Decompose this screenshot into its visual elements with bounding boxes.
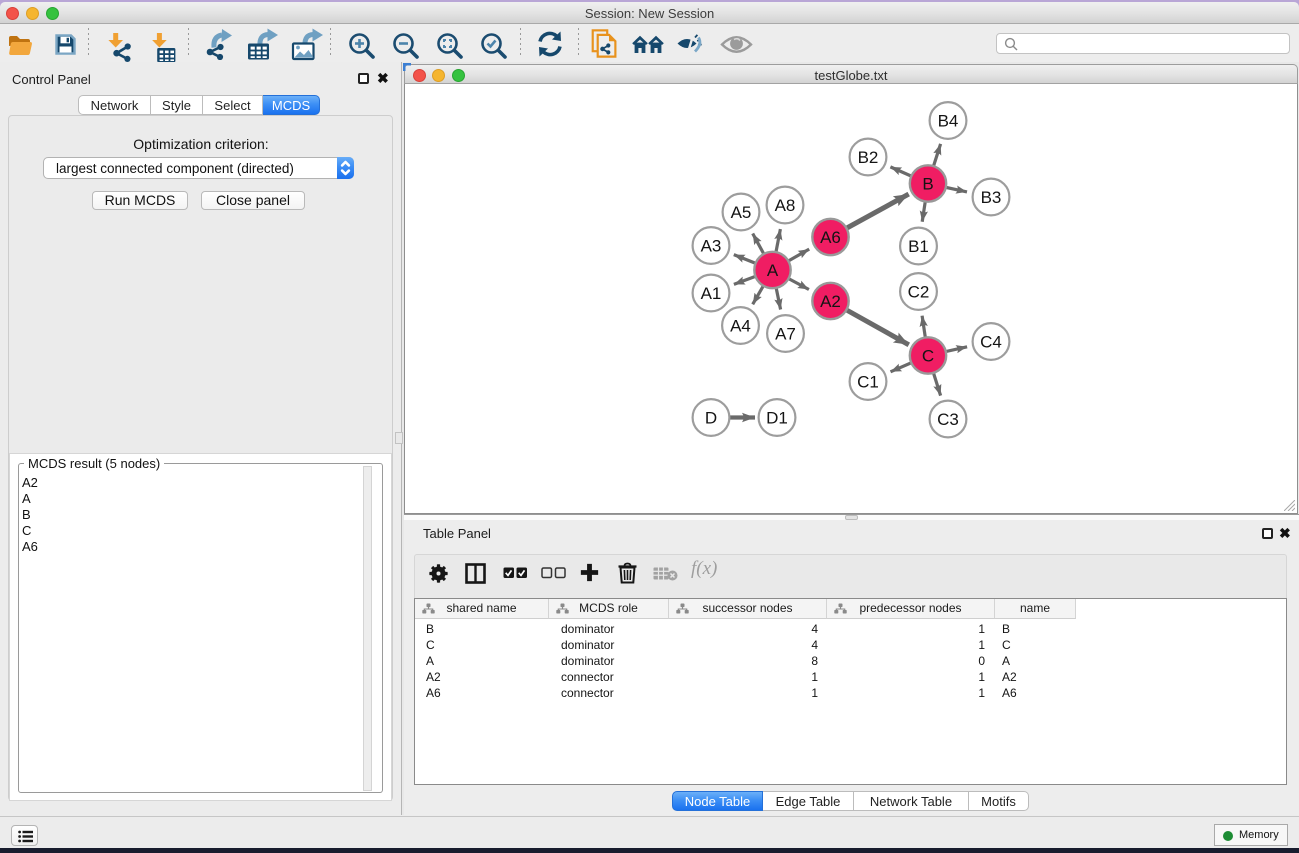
- svg-text:D: D: [705, 409, 717, 428]
- svg-text:C: C: [922, 347, 934, 366]
- svg-text:A6: A6: [820, 228, 841, 247]
- svg-text:C1: C1: [857, 373, 879, 392]
- svg-text:B: B: [922, 175, 933, 194]
- svg-text:A2: A2: [820, 292, 841, 311]
- svg-text:B1: B1: [908, 237, 929, 256]
- svg-text:A: A: [767, 261, 779, 280]
- svg-text:A8: A8: [775, 196, 796, 215]
- svg-text:A7: A7: [775, 325, 796, 344]
- svg-text:A1: A1: [701, 284, 722, 303]
- svg-text:C4: C4: [980, 333, 1002, 352]
- svg-text:C2: C2: [908, 283, 930, 302]
- svg-text:B2: B2: [858, 148, 879, 167]
- svg-text:D1: D1: [766, 409, 788, 428]
- svg-text:A5: A5: [731, 203, 752, 222]
- svg-text:C3: C3: [937, 410, 959, 429]
- svg-text:A4: A4: [730, 317, 751, 336]
- svg-text:B3: B3: [981, 188, 1002, 207]
- svg-text:B4: B4: [938, 112, 959, 131]
- svg-text:A3: A3: [701, 237, 722, 256]
